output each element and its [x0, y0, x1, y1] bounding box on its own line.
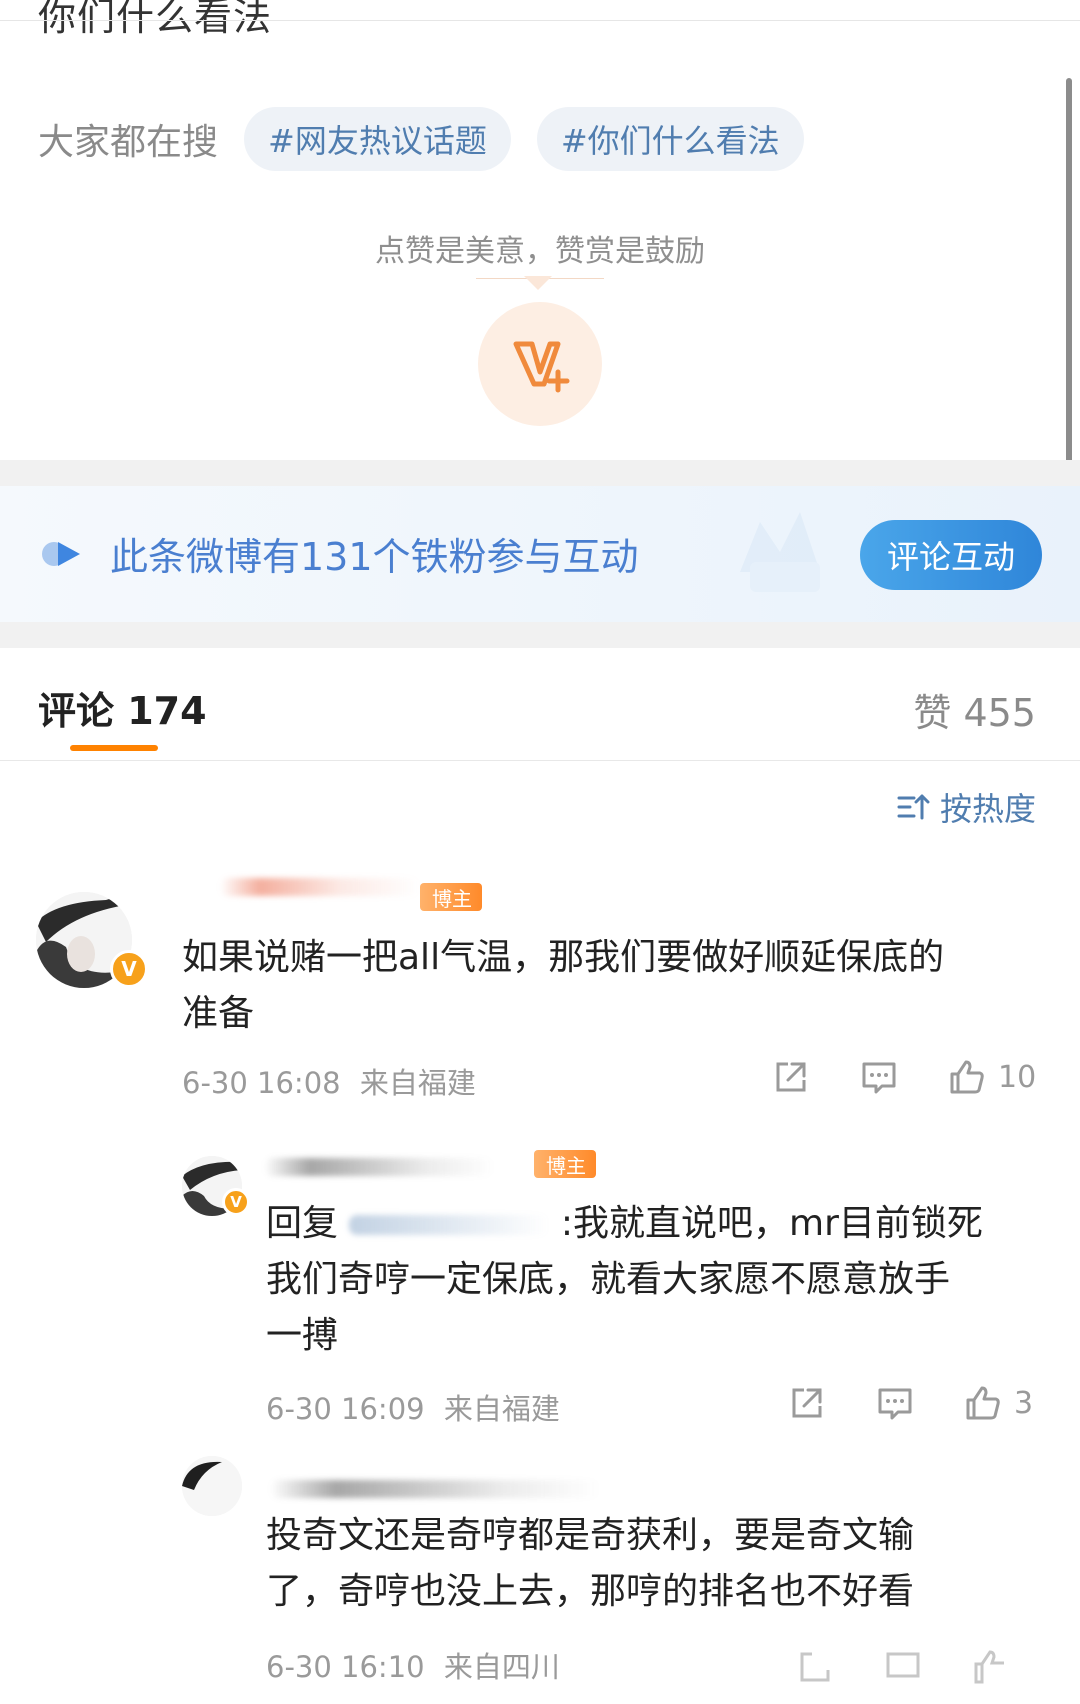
- comment-icon: [862, 1062, 896, 1094]
- share-button[interactable]: [772, 1058, 810, 1096]
- share-icon: [800, 1652, 830, 1682]
- comment-icon: [878, 1388, 912, 1420]
- comment-location: 来自福建: [443, 1392, 560, 1426]
- topic-tag-1[interactable]: #网友热议话题: [244, 107, 511, 171]
- avatar[interactable]: [182, 1456, 242, 1516]
- share-icon: [776, 1062, 806, 1092]
- comment-time: 6-30 16:09: [266, 1392, 425, 1426]
- scrollbar[interactable]: [1066, 78, 1072, 503]
- comment-actions: 3: [788, 1384, 1033, 1422]
- comment-meta: 6-30 16:09 来自福建: [266, 1386, 560, 1428]
- reply-button[interactable]: [884, 1648, 922, 1686]
- share-icon: [792, 1388, 822, 1418]
- comment-actions: [796, 1648, 1010, 1686]
- thumbs-up-icon: [974, 1650, 1004, 1684]
- like-button[interactable]: 10: [948, 1058, 1036, 1096]
- comments-tab[interactable]: 评论 174: [38, 680, 207, 735]
- comment-text: 如果说赌一把all气温，那我们要做好顺延保底的 准备: [182, 937, 945, 1034]
- like-button[interactable]: 3: [964, 1384, 1033, 1422]
- sort-by-hot-button[interactable]: 按热度: [896, 784, 1036, 830]
- author-badge: 博主: [420, 883, 482, 911]
- username[interactable]: [264, 1158, 494, 1176]
- verified-badge: V: [222, 1188, 250, 1216]
- comment-text: 投奇文还是奇哼都是奇获利，要是奇文输 了，奇哼也没上去，那哼的排名也不好看: [266, 1515, 915, 1612]
- comment-interact-button[interactable]: 评论互动: [860, 520, 1042, 590]
- thumbs-up-icon: [950, 1060, 984, 1094]
- divider: [0, 20, 1080, 21]
- like-button[interactable]: [972, 1648, 1010, 1686]
- fans-interaction-text: 此条微博有131个铁粉参与互动: [110, 535, 639, 579]
- comment-icon: [886, 1652, 920, 1678]
- sort-label: 按热度: [939, 790, 1036, 828]
- v-plus-icon: [513, 341, 570, 393]
- like-count: 3: [1014, 1385, 1034, 1421]
- hot-search-label: 大家都在搜: [38, 122, 219, 163]
- comment-time: 6-30 16:08: [182, 1066, 341, 1100]
- comment-time: 6-30 16:10: [266, 1650, 425, 1684]
- reply-mention[interactable]: [349, 1215, 550, 1235]
- username[interactable]: [220, 878, 420, 896]
- avatar-image: [182, 1456, 242, 1516]
- username[interactable]: [270, 1480, 600, 1498]
- likes-tab[interactable]: 赞 455: [913, 682, 1036, 737]
- sort-icon: [897, 794, 930, 820]
- divider: [0, 760, 1080, 761]
- share-button[interactable]: [796, 1648, 834, 1686]
- comment-meta: 6-30 16:08 来自福建: [182, 1060, 476, 1102]
- crown-decoration-icon: [740, 512, 820, 592]
- fans-interaction-bar: 此条微博有131个铁粉参与互动 评论互动: [0, 486, 1080, 622]
- reply-prefix: 回复: [266, 1203, 339, 1244]
- comment-text: 回复 :我就直说吧，mr目前锁死 我们奇哼一定保底，就看大家愿不愿意放手 一搏: [266, 1203, 983, 1356]
- comment-actions: 10: [772, 1058, 1036, 1096]
- reward-caption: 点赞是美意，赞赏是鼓励: [375, 234, 705, 269]
- author-badge: 博主: [534, 1150, 596, 1178]
- comment-meta: 6-30 16:10 来自四川: [266, 1644, 560, 1686]
- section-gap: [0, 460, 1080, 486]
- reward-button[interactable]: [478, 302, 602, 426]
- comment-location: 来自福建: [359, 1066, 476, 1100]
- section-gap: [0, 622, 1080, 648]
- reply-button[interactable]: [876, 1384, 914, 1422]
- share-button[interactable]: [788, 1384, 826, 1422]
- verified-badge: V: [110, 950, 148, 988]
- like-count: 10: [998, 1059, 1037, 1095]
- thumbs-up-icon: [966, 1386, 1000, 1420]
- hot-search-row: 大家都在搜 #网友热议话题 #你们什么看法: [38, 106, 830, 172]
- active-tab-indicator: [70, 745, 158, 751]
- fans-icon: [42, 542, 80, 566]
- comment-location: 来自四川: [443, 1650, 560, 1684]
- topic-tag-2[interactable]: #你们什么看法: [536, 107, 804, 171]
- reward-caret: [524, 276, 552, 290]
- reply-button[interactable]: [860, 1058, 898, 1096]
